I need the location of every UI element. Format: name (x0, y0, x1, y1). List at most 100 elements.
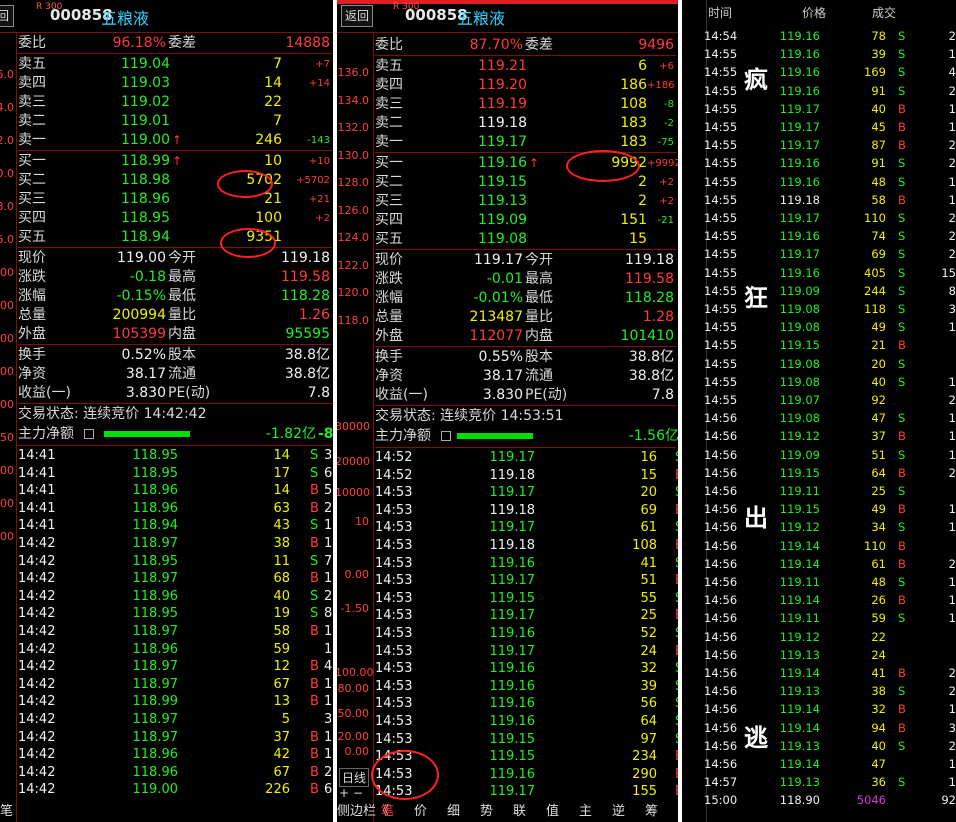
tick-volume: 40 (273, 588, 290, 604)
fundamental-row: 换手 0.52% 股本 38.8亿 (18, 346, 332, 365)
tab-9[interactable]: 筹 (645, 802, 658, 822)
tick-direction: B (898, 593, 906, 608)
tick-price: 119.17 (489, 520, 536, 536)
quote-value: 105399 (112, 326, 166, 342)
sell-change: +7 (315, 59, 330, 70)
quote-label: 现价 (375, 252, 403, 268)
tick-row: 14:56 119.14 110 B (682, 537, 956, 555)
tick-price: 119.14 (779, 720, 820, 735)
back-button[interactable]: 返回 (341, 5, 373, 27)
tick-row: 14:42 118.95 19 S 8 (18, 605, 332, 623)
sell-change: +14 (308, 78, 330, 89)
tick-price: 119.12 (779, 429, 820, 444)
quote-value: 1.28 (642, 309, 674, 325)
tab-4[interactable]: 势 (480, 802, 493, 822)
tick-row: 14:56 119.14 26 B 1 (682, 591, 956, 609)
fund-value: 0.55% (478, 349, 523, 365)
tick-volume: 64 (640, 714, 657, 729)
tick-price: 119.16 (779, 47, 820, 62)
tick-direction: S (898, 65, 906, 80)
buy-level-label: 买四 (375, 212, 403, 228)
buy-change: +5702 (296, 175, 330, 186)
tick-volume: 11 (273, 553, 290, 569)
sell-level-row: 卖三 119.19 108 -8 (375, 95, 676, 114)
tick-row: 14:41 118.96 14 B 5 (18, 482, 332, 500)
main-force-pct: -8% (318, 426, 333, 442)
quote-row: 现价 119.00 今开 119.18 (18, 249, 332, 268)
tick-row: 14:53119.1724B14 (375, 643, 678, 661)
highlight-circle (217, 170, 273, 198)
buy-level-row: 买四 119.09 151 -21 (375, 211, 676, 230)
quote-value: 1.26 (298, 307, 330, 323)
tab-8[interactable]: 逆 (612, 802, 625, 822)
zoom-in-button[interactable]: + (339, 786, 349, 800)
buy-level-label: 买一 (18, 153, 46, 169)
tick-row: 14:53119.1664S23 (375, 713, 678, 731)
tick-price: 119.18 (489, 502, 536, 518)
tick-direction: B (310, 747, 319, 763)
weidiff-value: 14888 (285, 35, 330, 51)
tick-volume: 91 (871, 156, 886, 171)
tick-time: 14:42 (18, 712, 56, 727)
tab-5[interactable]: 联 (513, 802, 526, 822)
sell-level-row: 卖五 119.04 7 +7 (18, 55, 332, 74)
tick-row: 14:56 119.13 24 (682, 646, 956, 664)
tick-row: 14:56 119.12 22 (682, 628, 956, 646)
tab-1[interactable]: 笔 (381, 802, 394, 822)
tick-row: 14:55 119.16 91 S 2 (682, 82, 956, 100)
tick-time: 14:55 (704, 356, 738, 371)
tick-price: 119.16 (489, 661, 536, 677)
tick-row: 14:55 119.16 91 S 2 (682, 154, 956, 172)
tab-transactions[interactable]: 笔 (0, 802, 13, 822)
tick-time: 14:42 (18, 729, 56, 745)
tick-time: 14:53 (375, 661, 413, 677)
tick-price: 119.11 (779, 575, 820, 589)
tick-row: 14:42 118.95 11 S 7 (18, 553, 332, 571)
tick-time: 14:53 (375, 643, 413, 659)
sell-level-row: 卖五 119.21 6 +6 (375, 57, 676, 76)
tick-direction: B (310, 694, 319, 710)
buy-level-label: 买一 (375, 155, 403, 171)
tick-count: 2 (948, 738, 956, 753)
tab-2[interactable]: 价 (414, 802, 427, 822)
tick-time: 14:55 (704, 120, 738, 134)
tick-volume: 22 (871, 629, 886, 644)
tick-volume: 17 (273, 465, 290, 481)
axis-label: 0.00 (344, 745, 370, 758)
tab-6[interactable]: 值 (546, 802, 559, 822)
tick-time: 14:41 (18, 483, 56, 499)
tick-volume: 405 (864, 265, 886, 280)
tick-direction: S (898, 484, 906, 498)
tick-direction: B (898, 666, 906, 680)
quote-value: 119.58 (625, 271, 674, 287)
tick-price: 119.16 (489, 555, 536, 571)
fund-label: PE(动) (525, 387, 568, 403)
tick-count: 2 (948, 393, 956, 407)
tick-time: 14:55 (704, 302, 738, 316)
tick-direction: B (310, 782, 319, 798)
tick-row: 14:55 119.17 87 B 2 (682, 136, 956, 154)
buy-price: 119.09 (478, 212, 527, 228)
tab-3[interactable]: 细 (447, 802, 460, 822)
back-button[interactable]: 回 (0, 5, 14, 27)
tick-time: 14:53 (375, 485, 413, 501)
tick-price: 119.11 (779, 484, 820, 498)
tick-count: 3 (948, 302, 956, 316)
tick-row: 14:55 119.08 20 S (682, 355, 956, 373)
tick-row: 14:56 119.12 37 B 1 (682, 427, 956, 445)
sell-volume: 108 (620, 96, 647, 112)
tick-row: 14:55 119.17 45 B 1 (682, 118, 956, 136)
zoom-out-button[interactable]: − (353, 786, 363, 800)
period-button[interactable]: 日线 (339, 768, 370, 787)
tick-time: 14:41 (18, 500, 56, 516)
tick-price: 119.13 (779, 684, 820, 699)
tick-price: 119.14 (779, 538, 820, 553)
sell-level-label: 卖二 (18, 113, 46, 129)
tick-price: 119.08 (779, 374, 820, 389)
tick-row: 14:41 118.96 63 B 23 (18, 500, 333, 518)
tick-row: 14:56 119.13 38 S 2 (682, 682, 956, 700)
tick-time: 14:53 (375, 608, 413, 624)
tab-7[interactable]: 主 (579, 802, 592, 822)
axis-label: 4.0 (0, 101, 14, 114)
divider (375, 55, 676, 56)
